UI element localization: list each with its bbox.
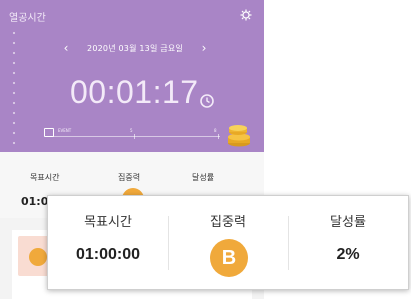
progress-tick [134,134,135,139]
goal-time-value: 01:00:00 [75,246,141,263]
app-title: 열공시간 [9,13,46,24]
focus-label: 집중력 [210,215,246,230]
progress-tick [218,134,219,139]
achievement-value: 2% [336,246,360,263]
calendar-icon [44,128,54,137]
goal-time-label: 목표시간 [84,215,132,230]
progress-track [50,136,220,137]
timer-header: 열공시간 ‹ 2020년 03월 13일 금요일 › 00:01:17 EVEN… [0,0,264,152]
stats-zoom-card: 목표시간 01:00:00 집중력 B 달성률 2% [47,195,409,290]
current-date: 2020년 03월 13일 금요일 [87,43,183,53]
bg-goal-label: 목표시간 [30,173,60,182]
coin-stack-icon [228,125,250,147]
study-timer: 00:01:17 [70,74,199,110]
bg-focus-label: 집중력 [118,173,141,182]
progress-mid-label: 5 [130,128,133,133]
prev-day-chevron-icon[interactable]: ‹ [60,41,72,55]
next-day-chevron-icon[interactable]: › [198,41,210,55]
progress-end-label: 8 [214,128,217,133]
reward-progress-bar: EVENT 5 8 [44,126,224,146]
achievement-stat: 달성률 2% [288,196,408,289]
bg-card-badge [29,248,47,266]
bg-achievement-label: 달성률 [192,173,215,182]
progress-start-label: EVENT [58,128,72,133]
clock-icon[interactable] [199,93,215,109]
date-selector: ‹ 2020년 03월 13일 금요일 › [60,41,210,55]
achievement-label: 달성률 [330,215,366,230]
gear-icon[interactable] [240,9,252,21]
goal-time-stat: 목표시간 01:00:00 [48,196,168,289]
focus-grade-badge: B [210,239,248,277]
side-dots-decoration [12,28,16,146]
